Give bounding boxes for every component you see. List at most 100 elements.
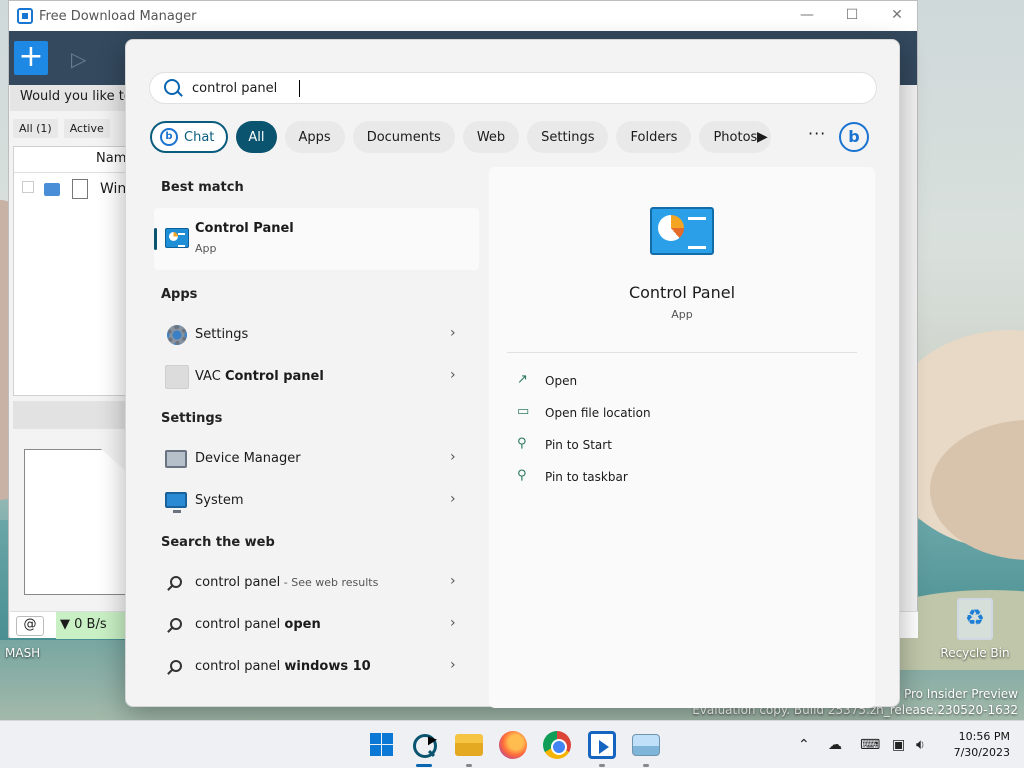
- search-filters: b Chat All Apps Documents Web Settings F…: [150, 121, 772, 153]
- mash-label: MASH: [5, 646, 41, 660]
- chevron-right-icon[interactable]: ›: [450, 491, 456, 507]
- filter-web[interactable]: Web: [462, 121, 520, 153]
- section-settings: Settings: [161, 411, 223, 426]
- result-detail-pane: Control Panel App ↗ Open ▭ Open file loc…: [489, 167, 875, 708]
- label-bold: open: [284, 617, 321, 632]
- file-icon: [72, 179, 88, 199]
- list-item[interactable]: control panel windows 10 ›: [154, 647, 479, 687]
- action-open-file-location[interactable]: ▭ Open file location: [515, 403, 815, 425]
- chrome-icon[interactable]: [543, 731, 571, 759]
- action-pin-to-start[interactable]: ⚲ Pin to Start: [515, 435, 815, 457]
- fdm-titlebar[interactable]: Free Download Manager — ☐ ✕: [9, 1, 917, 31]
- item-label: control panel open: [195, 617, 321, 632]
- item-label: VAC Control panel: [195, 369, 324, 384]
- volume-icon[interactable]: 🔉︎: [916, 737, 925, 753]
- tab-active[interactable]: Active: [63, 119, 110, 138]
- detail-subtitle: App: [671, 308, 693, 321]
- monitor-icon: [165, 492, 187, 513]
- text-caret: [299, 80, 300, 97]
- label-prefix: control panel: [195, 659, 285, 674]
- filter-apps[interactable]: Apps: [284, 121, 345, 153]
- play-icon[interactable]: ▶: [757, 129, 768, 145]
- search-icon: [170, 660, 182, 672]
- search-box[interactable]: [149, 72, 877, 104]
- chevron-right-icon[interactable]: ›: [450, 449, 456, 465]
- fdm-logo-icon: [17, 8, 33, 24]
- start-button[interactable]: [368, 731, 396, 759]
- label-prefix: VAC: [195, 369, 225, 384]
- running-indicator: [643, 764, 649, 767]
- snail-mode-icon[interactable]: @: [16, 616, 44, 636]
- windows-logo-icon: [382, 733, 393, 744]
- windows-logo-icon: [382, 745, 393, 756]
- more-icon[interactable]: ···: [808, 124, 826, 143]
- minimize-icon[interactable]: —: [797, 7, 817, 27]
- action-open[interactable]: ↗ Open: [515, 371, 815, 393]
- action-label: Open file location: [545, 406, 651, 420]
- selection-indicator: [154, 228, 157, 250]
- list-item[interactable]: control panel - See web results ›: [154, 563, 479, 603]
- best-match-subtitle: App: [195, 242, 217, 255]
- keyboard-icon[interactable]: ⌨: [860, 737, 880, 753]
- pin-icon: ⚲: [517, 468, 527, 483]
- item-label: control panel - See web results: [195, 575, 378, 590]
- recycle-bin-label: Recycle Bin: [940, 646, 1010, 660]
- filter-settings[interactable]: Settings: [527, 121, 609, 153]
- network-icon[interactable]: ▣: [892, 737, 905, 753]
- chevron-right-icon[interactable]: ›: [450, 367, 456, 383]
- filter-all[interactable]: All: [236, 121, 277, 153]
- running-indicator: [466, 764, 472, 767]
- gear-icon: [167, 325, 187, 345]
- label-bold: windows 10: [284, 659, 371, 674]
- recycle-bin-shortcut[interactable]: Recycle Bin: [940, 598, 1010, 660]
- detail-title: Control Panel: [628, 283, 736, 302]
- filter-folders[interactable]: Folders: [616, 121, 692, 153]
- list-item[interactable]: control panel open ›: [154, 605, 479, 645]
- section-best-match: Best match: [161, 180, 244, 195]
- windows-logo-icon: [370, 733, 381, 744]
- bing-icon: b: [160, 128, 178, 146]
- chevron-right-icon[interactable]: ›: [450, 573, 456, 589]
- clock-date: 7/30/2023: [953, 746, 1010, 759]
- list-item[interactable]: Settings ›: [154, 315, 479, 355]
- close-icon[interactable]: ✕: [887, 7, 907, 27]
- cloud-offline-icon[interactable]: ☁: [828, 737, 842, 753]
- firefox-icon[interactable]: [499, 731, 527, 759]
- folder-icon: [44, 183, 60, 196]
- photos-icon[interactable]: [632, 734, 660, 756]
- item-label: Device Manager: [195, 451, 301, 466]
- chat-button[interactable]: b Chat: [150, 121, 229, 153]
- section-web: Search the web: [161, 535, 275, 550]
- tab-all[interactable]: All (1): [13, 119, 58, 138]
- search-icon: [170, 576, 182, 588]
- resume-icon[interactable]: ▷: [71, 47, 95, 71]
- recycle-bin-icon: [957, 598, 993, 640]
- chevron-right-icon[interactable]: ›: [450, 657, 456, 673]
- search-input[interactable]: [192, 77, 852, 99]
- file-explorer-icon[interactable]: [455, 734, 483, 756]
- chevron-up-icon[interactable]: ⌃: [798, 737, 810, 753]
- best-match-item[interactable]: Control Panel App: [154, 208, 479, 270]
- mash-shortcut[interactable]: MASH: [5, 646, 75, 660]
- list-item[interactable]: Device Manager ›: [154, 439, 479, 479]
- best-match-title: Control Panel: [195, 221, 294, 236]
- action-pin-to-taskbar[interactable]: ⚲ Pin to taskbar: [515, 467, 815, 489]
- chevron-right-icon[interactable]: ›: [450, 615, 456, 631]
- list-item[interactable]: VAC Control panel ›: [154, 357, 479, 397]
- filter-documents[interactable]: Documents: [352, 121, 455, 153]
- maximize-icon[interactable]: ☐: [842, 7, 862, 27]
- list-item[interactable]: System ›: [154, 481, 479, 521]
- pin-icon: ⚲: [517, 436, 527, 451]
- bing-icon[interactable]: b: [839, 122, 869, 152]
- folder-icon: ▭: [517, 404, 530, 419]
- active-indicator: [416, 764, 432, 767]
- clock[interactable]: 10:56 PM 7/30/2023: [946, 729, 1010, 761]
- free-download-manager-icon[interactable]: [588, 731, 616, 759]
- chevron-right-icon[interactable]: ›: [450, 325, 456, 341]
- fdm-filter-tabs: All (1) Active: [13, 119, 110, 138]
- row-checkbox[interactable]: [22, 181, 34, 193]
- label-bold: Control panel: [224, 369, 324, 384]
- add-download-button[interactable]: +: [14, 41, 48, 75]
- chat-label: Chat: [184, 129, 215, 145]
- item-label: control panel windows 10: [195, 659, 371, 674]
